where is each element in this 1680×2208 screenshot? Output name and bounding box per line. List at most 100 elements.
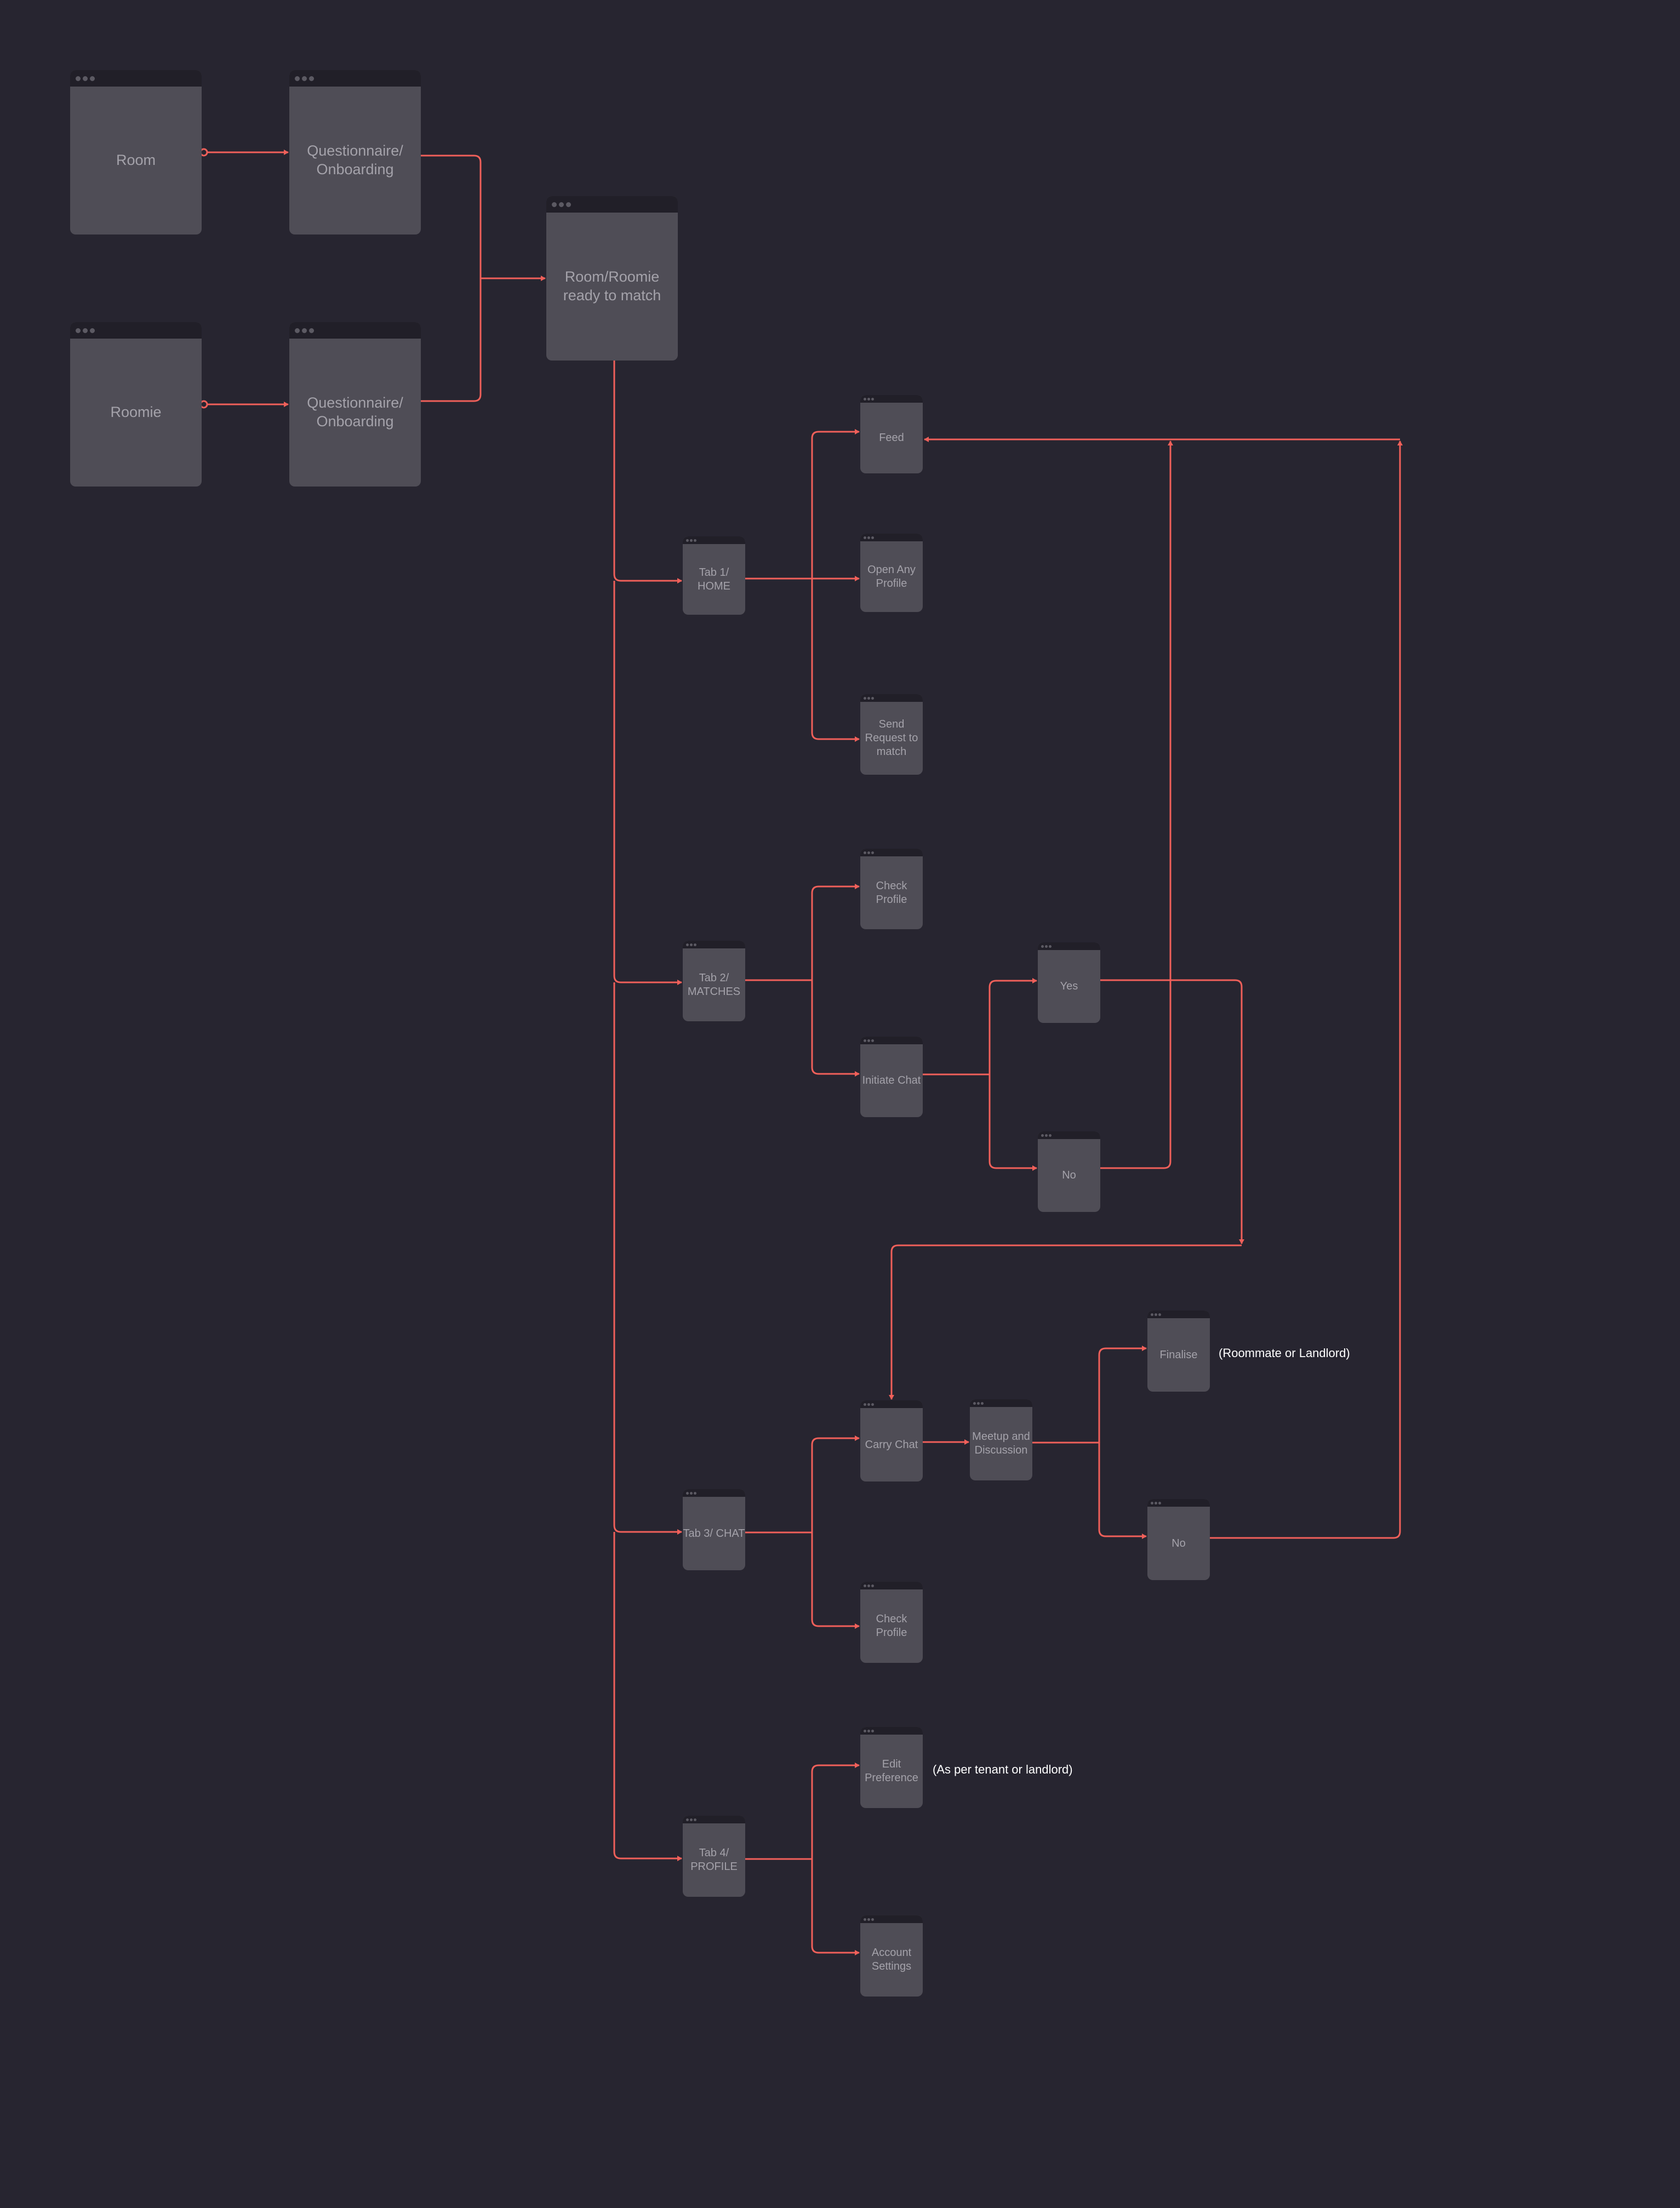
window-dots-icon: [76, 328, 95, 333]
screen-label: Tab 4/ PROFILE: [690, 1847, 738, 1873]
connector-trunk-tab1: [613, 361, 682, 584]
window-header: [860, 1915, 923, 1923]
screen-label: No: [1062, 1169, 1076, 1181]
window-header: [1038, 942, 1100, 950]
screen-label: Send Request to match: [865, 718, 918, 758]
window-header: [860, 1037, 923, 1044]
connector-tab2-initiate-chat: [811, 980, 860, 1077]
screen-meetup[interactable]: Meetup and Discussion: [970, 1399, 1032, 1480]
edit-preference-note: (As per tenant or landlord): [933, 1763, 1073, 1776]
window-dots-icon: [864, 696, 874, 700]
connector-trunk-tab4: [613, 1532, 682, 1861]
window-dots-icon: [864, 1918, 874, 1921]
window-dots-icon: [295, 328, 314, 333]
screen-yes[interactable]: Yes: [1038, 942, 1100, 1023]
screen-no-meetup[interactable]: No: [1147, 1499, 1210, 1580]
window-dots-icon: [864, 397, 874, 401]
window-header: [860, 1582, 923, 1589]
screen-no-chat[interactable]: No: [1038, 1131, 1100, 1212]
window-dots-icon: [864, 1039, 874, 1042]
screen-open-profile[interactable]: Open Any Profile: [860, 534, 923, 612]
screen-label: No: [1172, 1537, 1186, 1549]
screen-label: Tab 3/ CHAT: [683, 1527, 745, 1540]
connector-tab4-edit-preference: [745, 1763, 860, 1860]
screen-label: Edit Preference: [865, 1758, 918, 1784]
screen-questionnaire-room[interactable]: Questionnaire/ Onboarding: [289, 70, 421, 234]
connector-meetup-finalise: [1032, 1346, 1147, 1444]
window-dots-icon: [864, 536, 874, 539]
connector-tab1-feed: [811, 429, 860, 579]
connector-tab1-send-request: [811, 579, 860, 742]
screen-edit-preference[interactable]: Edit Preference: [860, 1727, 923, 1808]
window-dots-icon: [686, 539, 696, 542]
connector-initiate-no: [988, 1074, 1037, 1171]
screen-label: Check Profile: [876, 1613, 907, 1639]
window-header: [1147, 1499, 1210, 1507]
connector-no-return: [1210, 441, 1403, 1539]
window-dots-icon: [686, 1491, 696, 1495]
window-header: [970, 1399, 1032, 1407]
connectors-layer: [199, 148, 1403, 1955]
screen-label: Finalise: [1159, 1348, 1198, 1361]
flow-diagram-canvas: (Roommate or Landlord) (As per tenant or…: [0, 0, 1680, 2208]
screen-tab3[interactable]: Tab 3/ CHAT: [683, 1489, 745, 1570]
screen-carry-chat[interactable]: Carry Chat: [860, 1400, 923, 1481]
screen-label: Yes: [1060, 980, 1078, 992]
window-dots-icon: [1041, 1134, 1052, 1137]
screen-label: Carry Chat: [865, 1438, 918, 1451]
screen-tab4[interactable]: Tab 4/ PROFILE: [683, 1816, 745, 1897]
screen-feed[interactable]: Feed: [860, 395, 923, 473]
window-header: [1038, 1131, 1100, 1139]
connector-tab3-check-profile: [811, 1532, 860, 1629]
connector-tab4-account-settings: [811, 1859, 860, 1955]
window-dots-icon: [973, 1402, 984, 1405]
screen-label: Meetup and Discussion: [972, 1431, 1030, 1456]
screen-label: Room: [116, 152, 156, 169]
window-header: [683, 1489, 745, 1497]
window-dots-icon: [864, 1729, 874, 1732]
screen-check-profile-matches[interactable]: Check Profile: [860, 849, 923, 929]
screen-account-settings[interactable]: Account Settings: [860, 1915, 923, 1997]
window-header: [683, 941, 745, 948]
window-header: [860, 694, 923, 702]
window-header: [683, 536, 745, 544]
window-header: [70, 322, 202, 339]
connector-no-feed: [1100, 441, 1173, 1169]
screen-label: Feed: [879, 432, 904, 444]
screen-tab2[interactable]: Tab 2/ MATCHES: [683, 941, 745, 1021]
connector-tab3-carry-chat: [745, 1435, 860, 1534]
screen-ready[interactable]: Room/Roomie ready to match: [546, 196, 678, 361]
window-header: [860, 1727, 923, 1735]
window-dots-icon: [1041, 945, 1052, 948]
screen-check-profile-chat[interactable]: Check Profile: [860, 1582, 923, 1663]
connector-onboarding-merge: [421, 155, 482, 402]
window-dots-icon: [686, 943, 696, 946]
finalise-note: (Roommate or Landlord): [1219, 1346, 1350, 1360]
screen-label: Tab 2/ MATCHES: [687, 971, 741, 998]
screen-label: Account Settings: [871, 1947, 912, 1972]
screen-label: Questionnaire/ Onboarding: [307, 394, 403, 430]
screen-label: Open Any Profile: [867, 563, 916, 590]
window-header: [546, 196, 678, 213]
window-header: [1147, 1311, 1210, 1318]
window-dots-icon: [864, 851, 874, 854]
connector-meetup-no: [1098, 1443, 1147, 1539]
screen-room[interactable]: Room: [70, 70, 202, 234]
screen-roomie[interactable]: Roomie: [70, 322, 202, 487]
window-dots-icon: [76, 76, 95, 81]
window-dots-icon: [1151, 1313, 1161, 1316]
screen-questionnaire-roomie[interactable]: Questionnaire/ Onboarding: [289, 322, 421, 487]
window-header: [289, 322, 421, 339]
screen-label: Tab 1/ HOME: [698, 566, 730, 592]
screen-finalise[interactable]: Finalise: [1147, 1311, 1210, 1392]
window-header: [860, 395, 923, 403]
connector-initiate-yes: [922, 978, 1037, 1076]
connector-tab2-check-profile: [745, 884, 860, 981]
screen-label: Room/Roomie ready to match: [563, 268, 661, 304]
screen-tab1[interactable]: Tab 1/ HOME: [683, 536, 745, 615]
screen-label: Check Profile: [876, 879, 907, 906]
screen-initiate-chat[interactable]: Initiate Chat: [860, 1037, 923, 1117]
screen-label: Initiate Chat: [862, 1074, 921, 1086]
connector-trunk-tab3: [613, 982, 682, 1535]
screen-send-request[interactable]: Send Request to match: [860, 694, 923, 775]
